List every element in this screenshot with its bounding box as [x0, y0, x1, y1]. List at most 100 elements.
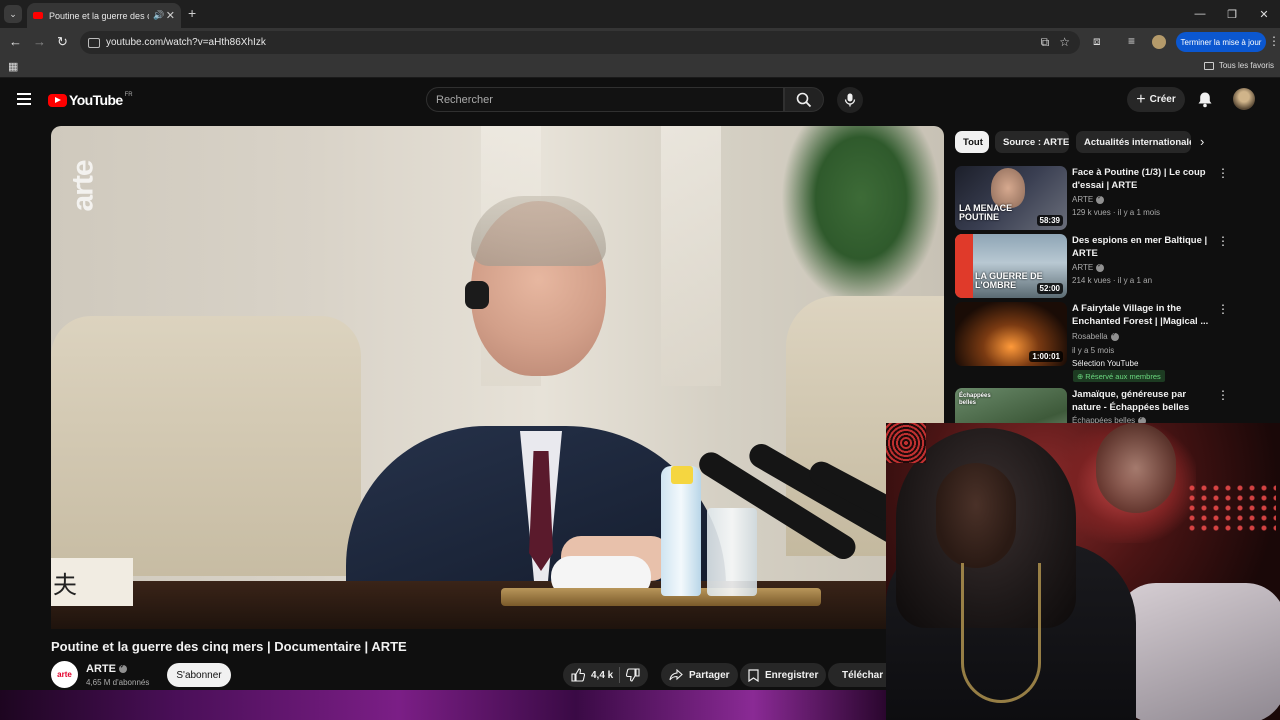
spiral-decoration	[886, 423, 926, 463]
like-button[interactable]: 4,4 k	[571, 668, 613, 682]
armchair-left	[51, 316, 361, 576]
video-duration: 52:00	[1036, 283, 1063, 294]
recommendation-channel[interactable]: Rosabella	[1072, 331, 1119, 341]
new-tab-icon[interactable]: +	[188, 5, 196, 21]
background-figure	[1096, 423, 1176, 513]
channel-avatar[interactable]: arte	[51, 661, 78, 688]
video-thumbnail[interactable]: LA GUERRE DE L'OMBRE 52:00	[955, 234, 1067, 298]
hamburger-menu-icon[interactable]	[17, 93, 31, 105]
create-label: Créer	[1149, 94, 1176, 105]
account-avatar[interactable]	[1233, 88, 1255, 110]
plus-icon: +	[1136, 90, 1146, 108]
nameplate-text: 夫	[53, 570, 77, 599]
arte-watermark: arte	[67, 146, 100, 226]
verified-badge-icon	[1096, 262, 1105, 272]
create-button[interactable]: + Créer	[1127, 87, 1185, 112]
extensions-icon[interactable]: ⧈	[1093, 34, 1101, 49]
recommendation-item[interactable]: LA MENACE POUTINE 58:39 Face à Poutine (…	[955, 166, 1229, 230]
back-arrow-icon[interactable]: ←	[9, 34, 22, 49]
more-options-icon[interactable]: ⋮	[1217, 303, 1229, 315]
webcam-overlay	[886, 423, 1280, 720]
divider	[619, 667, 621, 683]
chip-source-arte[interactable]: Source : ARTE	[995, 131, 1069, 153]
more-options-icon[interactable]: ⋮	[1217, 389, 1225, 401]
subscriber-count: 4,65 M d'abonnés	[86, 678, 150, 687]
install-app-icon[interactable]: ⧉	[1041, 35, 1050, 50]
kebab-menu-icon[interactable]: ⋮	[1268, 34, 1280, 48]
members-only-badge: ⊕ Réservé aux membres	[1073, 370, 1165, 382]
url-text: youtube.com/watch?v=aHth86XhIzk	[106, 37, 266, 48]
more-options-icon[interactable]: ⋮	[1217, 167, 1229, 179]
address-bar[interactable]: youtube.com/watch?v=aHth86XhIzk ⧉ ☆	[80, 31, 1080, 54]
speaker-icon[interactable]: 🔊	[153, 10, 164, 21]
share-button[interactable]: Partager	[661, 663, 738, 687]
background-wall	[661, 126, 721, 386]
bookmark-star-icon[interactable]: ☆	[1059, 35, 1070, 50]
reload-icon[interactable]: ↻	[57, 34, 68, 50]
voice-search-button[interactable]	[837, 87, 863, 113]
download-button[interactable]: Téléchar	[828, 663, 886, 687]
recommendation-item[interactable]: Échappées belles Jamaïque, généreuse par…	[955, 388, 1225, 424]
recommendation-channel[interactable]: ARTE	[1072, 194, 1105, 204]
like-count: 4,4 k	[591, 669, 614, 681]
video-thumbnail[interactable]: 1:00:01	[955, 302, 1067, 366]
window-close-icon[interactable]: ✕	[1248, 0, 1280, 28]
channel-name: ARTE	[86, 663, 116, 675]
video-title: Poutine et la guerre des cinq mers | Doc…	[51, 639, 407, 654]
apps-grid-icon[interactable]: ▦	[8, 60, 18, 73]
chip-international-news[interactable]: Actualités internationales	[1076, 131, 1191, 153]
restore-icon[interactable]: ❐	[1216, 0, 1248, 28]
profile-avatar[interactable]	[1152, 35, 1166, 49]
video-thumbnail[interactable]: Échappées belles	[955, 388, 1067, 424]
folder-icon	[1203, 61, 1214, 70]
thumbnail-face	[991, 168, 1025, 208]
background-plant	[781, 126, 941, 306]
save-button[interactable]: Enregistrer	[740, 663, 827, 687]
bottle-cap	[671, 466, 693, 484]
video-player[interactable]: 夫 arte	[51, 126, 944, 629]
recommendation-channel-name: Rosabella	[1072, 332, 1108, 341]
glass	[707, 508, 757, 596]
chevron-right-icon[interactable]: ›	[1200, 134, 1204, 149]
search-button[interactable]	[784, 87, 824, 112]
thumbnail-caption: Échappées belles	[959, 393, 991, 406]
youtube-play-icon	[48, 93, 67, 107]
earpiece	[465, 281, 489, 309]
chip-all[interactable]: Tout	[955, 131, 989, 153]
youtube-header: YouTube FR Rechercher + Créer	[0, 79, 1280, 121]
site-info-icon[interactable]	[88, 37, 100, 48]
browser-tab-active[interactable]: Poutine et la guerre des cinq mers | Doc…	[27, 3, 181, 28]
all-bookmarks-button[interactable]: Tous les favoris	[1203, 61, 1274, 70]
nameplate: 夫	[51, 558, 133, 606]
channel-name-link[interactable]: ARTE	[86, 663, 127, 675]
save-label: Enregistrer	[765, 669, 819, 681]
recommendation-title[interactable]: A Fairytale Village in the Enchanted For…	[1072, 302, 1212, 328]
recommendation-title[interactable]: Face à Poutine (1/3) | Le coup d'essai |…	[1072, 166, 1212, 192]
share-arrow-icon	[669, 669, 683, 681]
youtube-logo[interactable]: YouTube FR	[48, 92, 133, 108]
recommendation-title[interactable]: Jamaïque, généreuse par nature - Échappé…	[1072, 388, 1212, 414]
reading-list-icon[interactable]: ≡	[1128, 34, 1135, 48]
video-thumbnail[interactable]: LA MENACE POUTINE 58:39	[955, 166, 1067, 230]
recommendation-channel-name: ARTE	[1072, 195, 1094, 204]
tab-search-button[interactable]: ⌄	[4, 5, 22, 23]
recommendation-title[interactable]: Des espions en mer Baltique | ARTE	[1072, 234, 1212, 260]
recommendation-channel[interactable]: ARTE	[1072, 262, 1105, 272]
notifications-bell-icon[interactable]	[1197, 91, 1213, 108]
recommendation-channel-name: ARTE	[1072, 263, 1094, 272]
streamer-face	[936, 463, 1016, 568]
search-input[interactable]: Rechercher	[426, 87, 784, 112]
subscribe-button[interactable]: S'abonner	[167, 663, 231, 687]
thumbs-down-icon[interactable]	[626, 668, 640, 682]
tab-close-icon[interactable]: ✕	[166, 9, 175, 22]
members-only-label: Réservé aux membres	[1085, 371, 1161, 381]
share-label: Partager	[689, 669, 730, 681]
forward-arrow-icon[interactable]: →	[33, 34, 46, 49]
water-bottle	[661, 466, 701, 596]
recommendation-item[interactable]: LA GUERRE DE L'OMBRE 52:00 Des espions e…	[955, 234, 1229, 298]
more-options-icon[interactable]: ⋮	[1217, 235, 1229, 247]
update-button[interactable]: Terminer la mise à jour	[1176, 32, 1266, 52]
minimize-icon[interactable]: —	[1184, 0, 1216, 28]
bookmark-icon	[748, 668, 759, 682]
thumbs-up-icon	[571, 668, 585, 682]
